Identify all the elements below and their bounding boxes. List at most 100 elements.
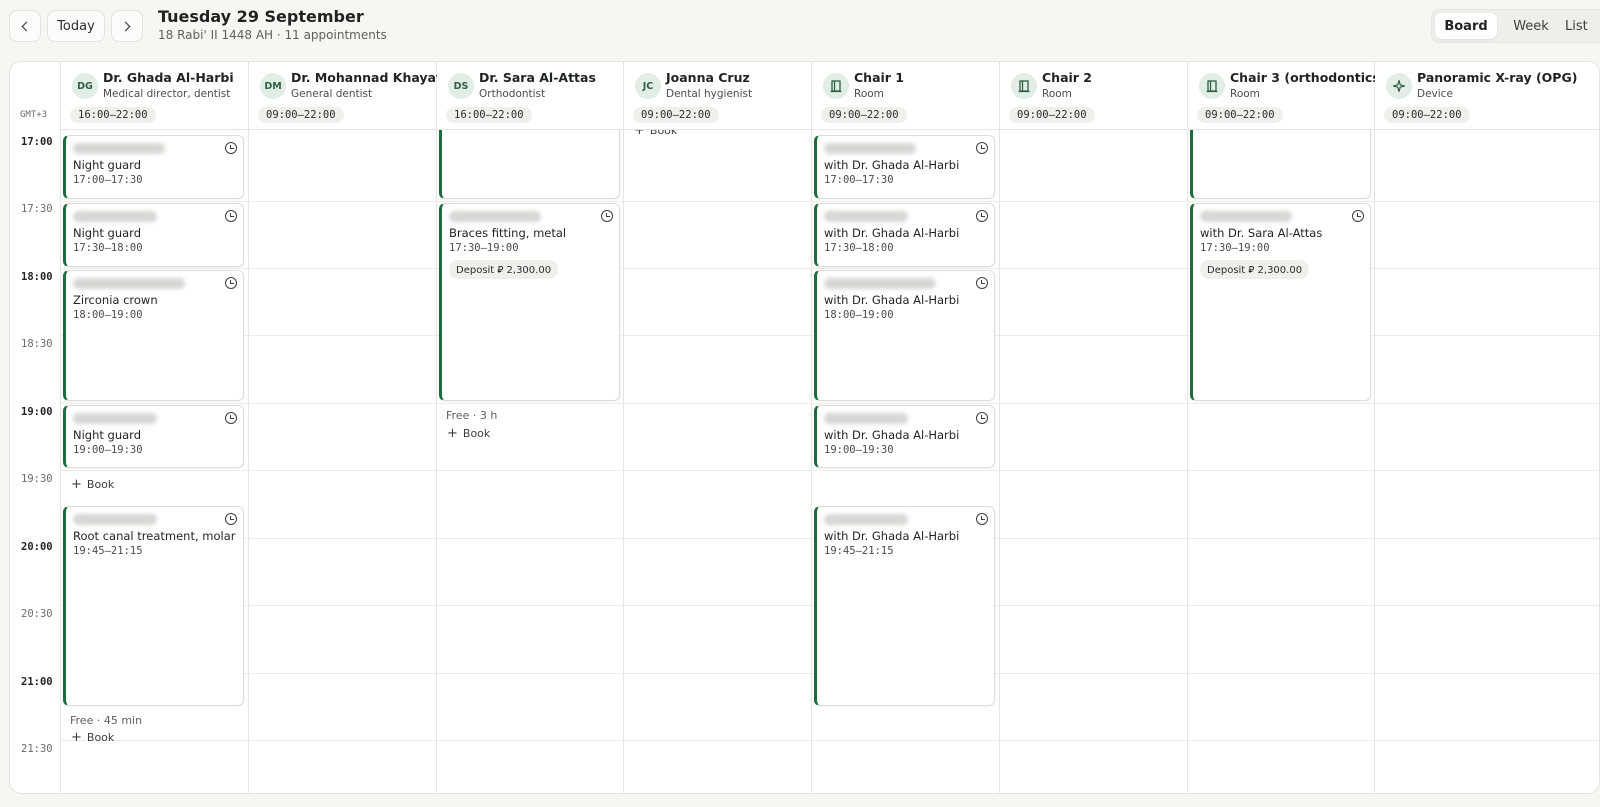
time-label: 19:00 xyxy=(21,406,53,418)
time-label: 19:30 xyxy=(21,473,53,485)
appointment-title: Night guard xyxy=(73,226,142,240)
time-label: 21:00 xyxy=(21,676,53,688)
tab-board[interactable]: Board xyxy=(1435,13,1497,39)
column-chair-1: Chair 1 Room 09:00–22:00 with Dr. Ghada … xyxy=(812,62,1000,793)
timezone-label: GMT+3 xyxy=(20,110,48,120)
clock-icon xyxy=(976,277,988,289)
column-header: DS Dr. Sara Al-Attas Orthodontist 16:00–… xyxy=(437,62,623,130)
column-role: Medical director, dentist xyxy=(103,88,231,100)
column-ghada: DG Dr. Ghada Al-Harbi Medical director, … xyxy=(61,62,249,793)
clock-icon xyxy=(225,513,237,525)
time-label: 17:00 xyxy=(21,136,53,148)
top-bar: Today Tuesday 29 September 18 Rabi' II 1… xyxy=(0,0,1600,60)
appointment-card[interactable]: Braces fitting, metal 17:30–19:00 Deposi… xyxy=(439,203,620,401)
working-hours-badge: 09:00–22:00 xyxy=(633,107,719,123)
appointment-card[interactable]: with Dr. Ghada Al-Harbi 17:30–18:00 xyxy=(814,203,995,267)
appointment-time: 19:00–19:30 xyxy=(73,444,143,456)
plus-icon: + xyxy=(71,477,82,492)
working-hours-badge: 09:00–22:00 xyxy=(821,107,907,123)
patient-name-redacted xyxy=(824,514,908,525)
appointment-card[interactable]: with Dr. Ghada Al-Harbi 17:00–17:30 xyxy=(814,135,995,199)
time-label: 20:30 xyxy=(21,608,53,620)
column-mohannad: DM Dr. Mohannad Khayat General dentist 0… xyxy=(249,62,442,793)
appointment-card[interactable]: with Dr. Ghada Al-Harbi 19:00–19:30 xyxy=(814,405,995,468)
book-slot-button[interactable]: + Book xyxy=(447,426,490,441)
appointment-time: 19:00–19:30 xyxy=(824,444,894,456)
appointment-time: 17:30–18:00 xyxy=(824,242,894,254)
clock-icon xyxy=(976,513,988,525)
appointment-title: Night guard xyxy=(73,428,142,442)
column-role: General dentist xyxy=(291,88,373,100)
column-role: Orthodontist xyxy=(479,88,546,100)
appointment-title: with Dr. Ghada Al-Harbi xyxy=(824,226,960,240)
appointment-card[interactable]: with Dr. Sara Al-Attas 17:30–19:00 Depos… xyxy=(1190,203,1371,401)
book-label: Book xyxy=(86,478,115,491)
appointment-title: with Dr. Ghada Al-Harbi xyxy=(824,428,960,442)
clock-icon xyxy=(225,277,237,289)
free-slot-label: Free · 45 min xyxy=(70,714,143,727)
door-icon xyxy=(1011,73,1037,99)
working-hours-badge: 09:00–22:00 xyxy=(258,107,344,123)
column-role: Device xyxy=(1417,88,1453,100)
appointment-title: Root canal treatment, molar xyxy=(73,529,236,543)
column-header: Panoramic X-ray (OPG) Device 09:00–22:00 xyxy=(1375,62,1599,130)
appointment-card[interactable]: with Dr. Ghada Al-Harbi 19:45–21:15 xyxy=(814,506,995,706)
avatar: DM xyxy=(260,73,286,99)
book-slot-button[interactable]: + Book xyxy=(71,477,114,492)
patient-name-redacted xyxy=(73,278,185,289)
column-name: Dr. Mohannad Khayat xyxy=(291,70,442,85)
working-hours-badge: 09:00–22:00 xyxy=(1009,107,1095,123)
view-switcher: Board Week List xyxy=(1431,9,1600,43)
appointment-card-continued[interactable] xyxy=(1190,122,1371,199)
appointment-card[interactable]: with Dr. Ghada Al-Harbi 18:00–19:00 xyxy=(814,270,995,401)
column-panoramic-xray: Panoramic X-ray (OPG) Device 09:00–22:00 xyxy=(1375,62,1599,793)
time-label: 21:30 xyxy=(21,743,53,755)
appointment-card-continued[interactable] xyxy=(439,122,620,199)
sparkle-icon xyxy=(1386,73,1412,99)
appointment-time: 18:00–19:00 xyxy=(824,309,894,321)
working-hours-badge: 16:00–22:00 xyxy=(446,107,532,123)
tab-list[interactable]: List xyxy=(1565,13,1600,39)
column-name: Dr. Sara Al-Attas xyxy=(479,70,596,85)
column-role: Dental hygienist xyxy=(666,88,753,100)
appointment-card[interactable]: Night guard 17:30–18:00 xyxy=(63,203,244,267)
column-role: Room xyxy=(1230,88,1260,100)
next-day-button[interactable] xyxy=(111,10,143,42)
clock-icon xyxy=(225,412,237,424)
patient-name-redacted xyxy=(1200,211,1292,222)
today-button[interactable]: Today xyxy=(47,10,105,42)
date-title: Tuesday 29 September xyxy=(158,7,364,26)
working-hours-badge: 09:00–22:00 xyxy=(1384,107,1470,123)
tab-week[interactable]: Week xyxy=(1500,13,1562,39)
clock-icon xyxy=(225,142,237,154)
door-icon xyxy=(1199,73,1225,99)
free-slot-label: Free · 3 h xyxy=(446,409,498,422)
deposit-badge: Deposit ⃁ 2,300.00 xyxy=(449,260,559,279)
appointment-card[interactable]: Zirconia crown 18:00–19:00 xyxy=(63,270,244,401)
time-label: 18:30 xyxy=(21,338,53,350)
clock-icon xyxy=(976,412,988,424)
appointment-title: with Dr. Ghada Al-Harbi xyxy=(824,529,960,543)
appointment-time: 17:30–18:00 xyxy=(73,242,143,254)
appointment-time: 17:30–19:00 xyxy=(1200,242,1270,254)
book-slot-button[interactable]: + Book xyxy=(71,730,114,745)
avatar: DS xyxy=(448,73,474,99)
column-header: JC Joanna Cruz Dental hygienist 09:00–22… xyxy=(624,62,811,130)
avatar: DG xyxy=(72,73,98,99)
appointment-card[interactable]: Root canal treatment, molar 19:45–21:15 xyxy=(63,506,244,706)
appointment-time: 17:30–19:00 xyxy=(449,242,519,254)
column-role: Room xyxy=(1042,88,1072,100)
clock-icon xyxy=(976,210,988,222)
previous-day-button[interactable] xyxy=(9,10,41,42)
appointment-card[interactable]: Night guard 17:00–17:30 xyxy=(63,135,244,199)
appointment-title: Braces fitting, metal xyxy=(449,226,567,240)
column-chair-3: Chair 3 (orthodontics) Room 09:00–22:00 … xyxy=(1188,62,1386,793)
appointment-title: with Dr. Ghada Al-Harbi xyxy=(824,158,960,172)
calendar-board: GMT+3 17:00 17:30 18:00 18:30 19:00 19:3… xyxy=(9,61,1600,794)
working-hours-badge: 16:00–22:00 xyxy=(70,107,156,123)
column-header: Chair 3 (orthodontics) Room 09:00–22:00 xyxy=(1188,62,1386,130)
patient-name-redacted xyxy=(824,413,908,424)
clock-icon xyxy=(976,142,988,154)
date-subtitle: 18 Rabi' II 1448 AH · 11 appointments xyxy=(158,28,387,42)
appointment-card[interactable]: Night guard 19:00–19:30 xyxy=(63,405,244,468)
